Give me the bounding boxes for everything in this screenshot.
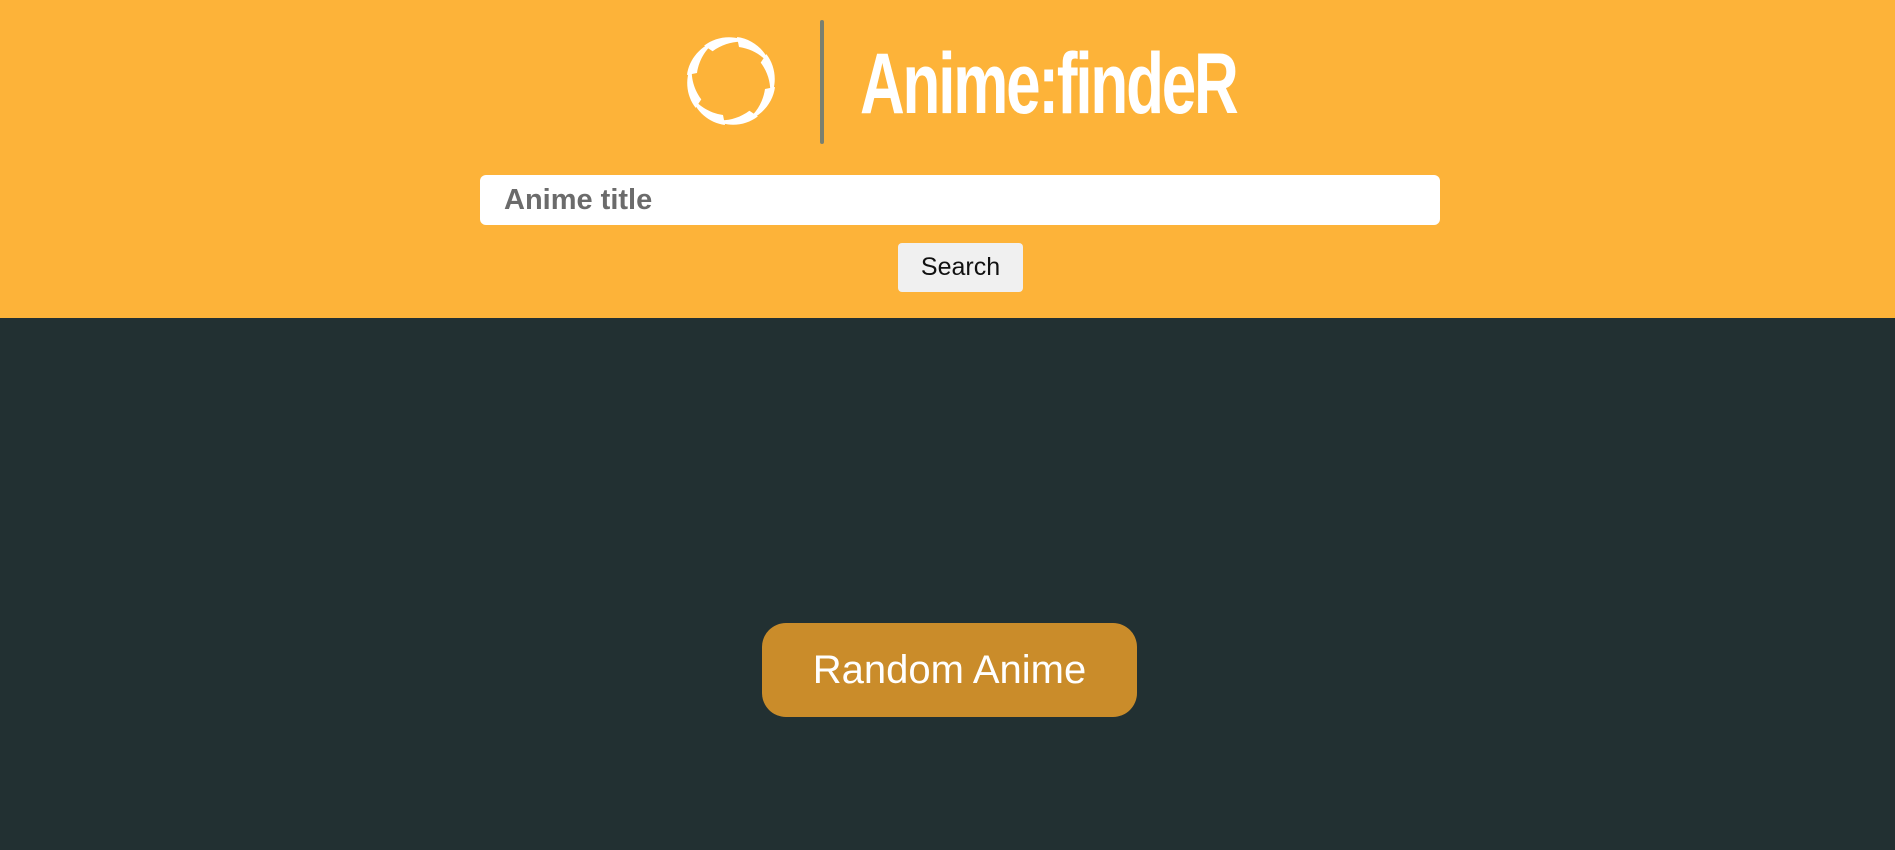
header: Anime:findeR Search [0, 0, 1895, 318]
logo-divider [820, 20, 824, 144]
logo-text: Anime:findeR [860, 36, 1239, 132]
search-input[interactable] [480, 175, 1440, 225]
random-anime-button[interactable]: Random Anime [762, 623, 1137, 717]
swirl-logo-icon [687, 37, 775, 125]
main-content: Random Anime [0, 318, 1895, 850]
search-button[interactable]: Search [898, 243, 1023, 292]
